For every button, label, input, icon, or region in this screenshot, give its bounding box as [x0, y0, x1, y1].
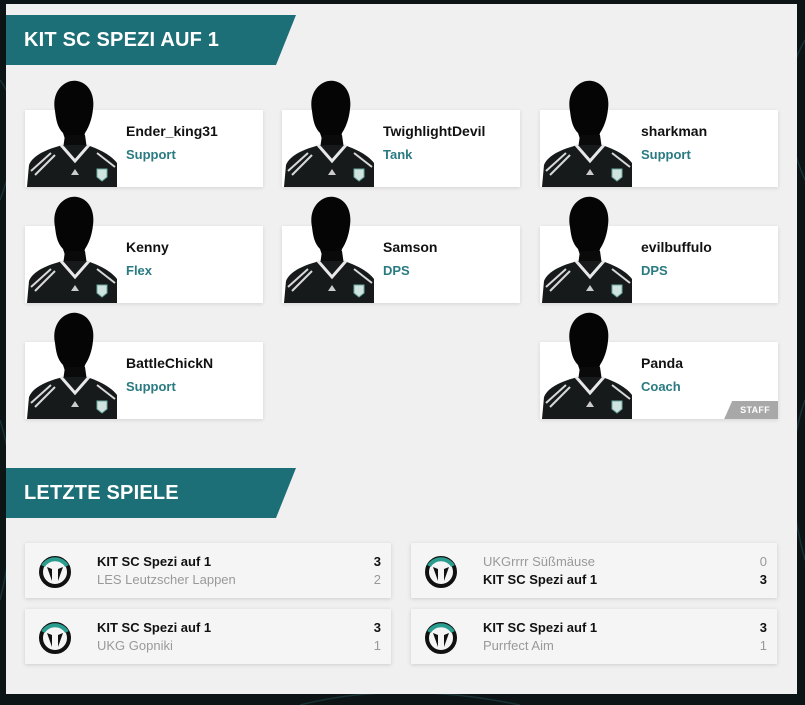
player-role: Support — [641, 147, 691, 162]
player-card[interactable]: Samson DPS — [282, 226, 520, 303]
player-name: BattleChickN — [126, 355, 214, 371]
overwatch-logo-icon — [38, 555, 72, 589]
team-panel: KIT SC SPEZI AUF 1 Ender_king31 Support … — [6, 4, 797, 694]
match-team-home: KIT SC Spezi auf 1 — [97, 554, 212, 569]
match-score-away: 2 — [373, 572, 381, 587]
player-role: Tank — [383, 147, 413, 162]
match-card[interactable]: KIT SC Spezi auf 1 3 LES Leutzscher Lapp… — [25, 543, 391, 598]
staff-badge: STAFF — [724, 401, 778, 419]
player-card[interactable]: BattleChickN Support — [25, 342, 263, 419]
match-score-away: 1 — [373, 638, 381, 653]
overwatch-logo-icon — [38, 621, 72, 655]
player-role: Coach — [641, 379, 681, 394]
player-card[interactable]: TwighlightDevil Tank — [282, 110, 520, 187]
match-score-away: 3 — [759, 572, 767, 587]
match-team-away: KIT SC Spezi auf 1 — [483, 572, 598, 587]
player-card[interactable]: Ender_king31 Support — [25, 110, 263, 187]
match-score-home: 3 — [373, 620, 381, 635]
player-card[interactable]: evilbuffulo DPS — [540, 226, 778, 303]
match-score-home: 0 — [759, 554, 767, 569]
player-silhouette-icon — [540, 77, 632, 187]
player-role: Support — [126, 379, 176, 394]
match-score-away: 1 — [759, 638, 767, 653]
player-role: DPS — [641, 263, 668, 278]
games-section-title: LETZTE SPIELE — [6, 468, 296, 518]
player-role: Flex — [126, 263, 153, 278]
player-name: sharkman — [641, 123, 708, 139]
match-team-away: UKG Gopniki — [97, 638, 173, 653]
player-silhouette-icon — [282, 193, 374, 303]
player-silhouette-icon — [540, 193, 632, 303]
match-score-home: 3 — [373, 554, 381, 569]
overwatch-logo-icon — [424, 555, 458, 589]
player-card[interactable]: Kenny Flex — [25, 226, 263, 303]
match-card[interactable]: UKGrrrr Süßmäuse 0 KIT SC Spezi auf 1 3 — [411, 543, 777, 598]
player-name: Ender_king31 — [126, 123, 218, 139]
match-card[interactable]: KIT SC Spezi auf 1 3 UKG Gopniki 1 — [25, 609, 391, 664]
player-name: Kenny — [126, 239, 169, 255]
player-name: evilbuffulo — [641, 239, 712, 255]
overwatch-logo-icon — [424, 621, 458, 655]
match-team-away: LES Leutzscher Lappen — [97, 572, 236, 587]
player-role: DPS — [383, 263, 410, 278]
team-section-title: KIT SC SPEZI AUF 1 — [6, 15, 296, 65]
match-team-home: UKGrrrr Süßmäuse — [483, 554, 595, 569]
staff-card[interactable]: Panda Coach STAFF — [540, 342, 778, 419]
match-team-home: KIT SC Spezi auf 1 — [483, 620, 598, 635]
player-card[interactable]: sharkman Support — [540, 110, 778, 187]
match-card[interactable]: KIT SC Spezi auf 1 3 Purrfect Aim 1 — [411, 609, 777, 664]
player-silhouette-icon — [25, 193, 117, 303]
player-silhouette-icon — [25, 77, 117, 187]
player-role: Support — [126, 147, 176, 162]
player-name: Samson — [383, 239, 438, 255]
match-team-away: Purrfect Aim — [483, 638, 554, 653]
player-silhouette-icon — [25, 309, 117, 419]
player-name: Panda — [641, 355, 684, 371]
match-team-home: KIT SC Spezi auf 1 — [97, 620, 212, 635]
player-name: TwighlightDevil — [383, 123, 486, 139]
player-silhouette-icon — [540, 309, 632, 419]
player-silhouette-icon — [282, 77, 374, 187]
match-score-home: 3 — [759, 620, 767, 635]
